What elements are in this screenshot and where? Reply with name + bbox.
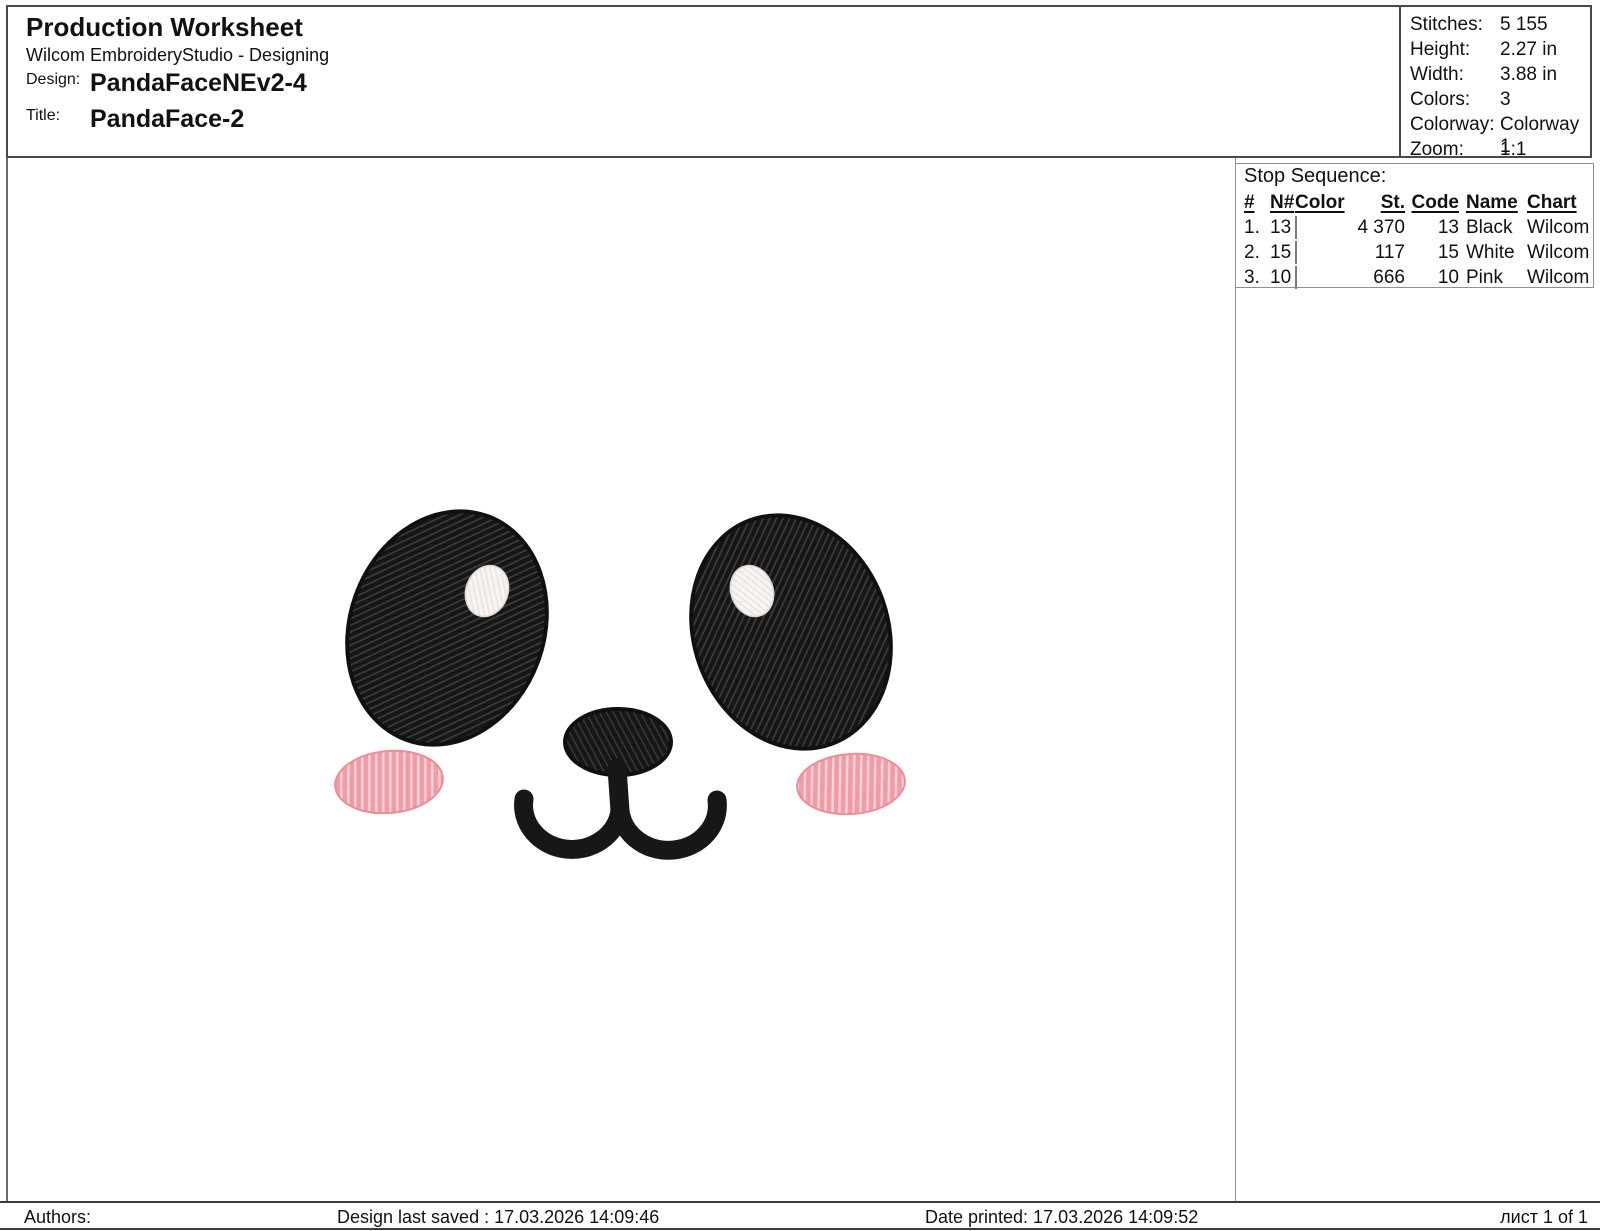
page-title: Production Worksheet [26, 12, 303, 43]
stat-zoom: Zoom: 1:1 [1401, 139, 1592, 164]
right-eye-patch [659, 487, 923, 777]
col-code: Code [1405, 192, 1459, 214]
nose [565, 709, 671, 775]
header: Production Worksheet Wilcom EmbroiderySt… [6, 5, 1592, 158]
title-label: Title: [26, 107, 60, 125]
app-subtitle: Wilcom EmbroideryStudio - Designing [26, 45, 329, 66]
stop-sequence-table: # N# Color St. Code Name Chart 1. 13 4 3… [1244, 190, 1592, 290]
canvas-left-border [6, 158, 8, 1202]
stop-sequence-title: Stop Sequence: [1244, 165, 1386, 188]
mouth-stem [617, 768, 620, 811]
design-title: PandaFace-2 [90, 105, 244, 134]
mouth [524, 768, 718, 850]
table-row: 3. 10 666 10 Pink Wilcom [1244, 265, 1592, 290]
left-cheek [333, 746, 446, 817]
col-chart: Chart [1523, 192, 1591, 214]
stat-width: Width: 3.88 in [1401, 64, 1592, 89]
color-swatch-pink [1295, 266, 1297, 289]
design-name: PandaFaceNEv2-4 [90, 69, 307, 98]
col-name: Name [1459, 192, 1523, 214]
table-row: 1. 13 4 370 13 Black Wilcom [1244, 215, 1592, 240]
right-cheek [795, 750, 907, 817]
left-eye-highlight [458, 559, 515, 622]
design-stats: Stitches: 5 155 Height: 2.27 in Width: 3… [1399, 7, 1592, 158]
date-printed-timestamp: Date printed: 17.03.2026 14:09:52 [925, 1207, 1198, 1228]
color-swatch-black [1295, 216, 1297, 239]
col-n: N# [1270, 192, 1295, 214]
production-worksheet-page: Production Worksheet Wilcom EmbroiderySt… [0, 0, 1600, 1231]
stat-height: Height: 2.27 in [1401, 39, 1592, 64]
design-saved-timestamp: Design last saved : 17.03.2026 14:09:46 [337, 1207, 659, 1228]
stat-colorway: Colorway: Colorway 1 [1401, 114, 1592, 139]
mouth-right-arc [620, 800, 717, 850]
footer: Authors: Design last saved : 17.03.2026 … [0, 1201, 1600, 1230]
col-color: Color [1295, 192, 1355, 214]
design-label: Design: [26, 71, 80, 89]
stat-colors: Colors: 3 [1401, 89, 1592, 114]
panel-divider [1235, 158, 1236, 1202]
stop-sequence-panel: Stop Sequence: # N# Color St. Code Name … [1235, 163, 1594, 288]
color-swatch-white [1295, 241, 1297, 264]
mouth-left-arc [524, 799, 620, 849]
col-st: St. [1355, 192, 1405, 214]
table-header-row: # N# Color St. Code Name Chart [1244, 190, 1592, 215]
page-indicator: лист 1 of 1 [1500, 1207, 1588, 1228]
authors-label: Authors: [24, 1207, 91, 1228]
table-row: 2. 15 117 15 White Wilcom [1244, 240, 1592, 265]
stat-stitches: Stitches: 5 155 [1401, 14, 1592, 39]
col-num: # [1244, 192, 1270, 214]
right-eye-highlight [723, 559, 780, 622]
left-eye-patch [315, 483, 579, 773]
